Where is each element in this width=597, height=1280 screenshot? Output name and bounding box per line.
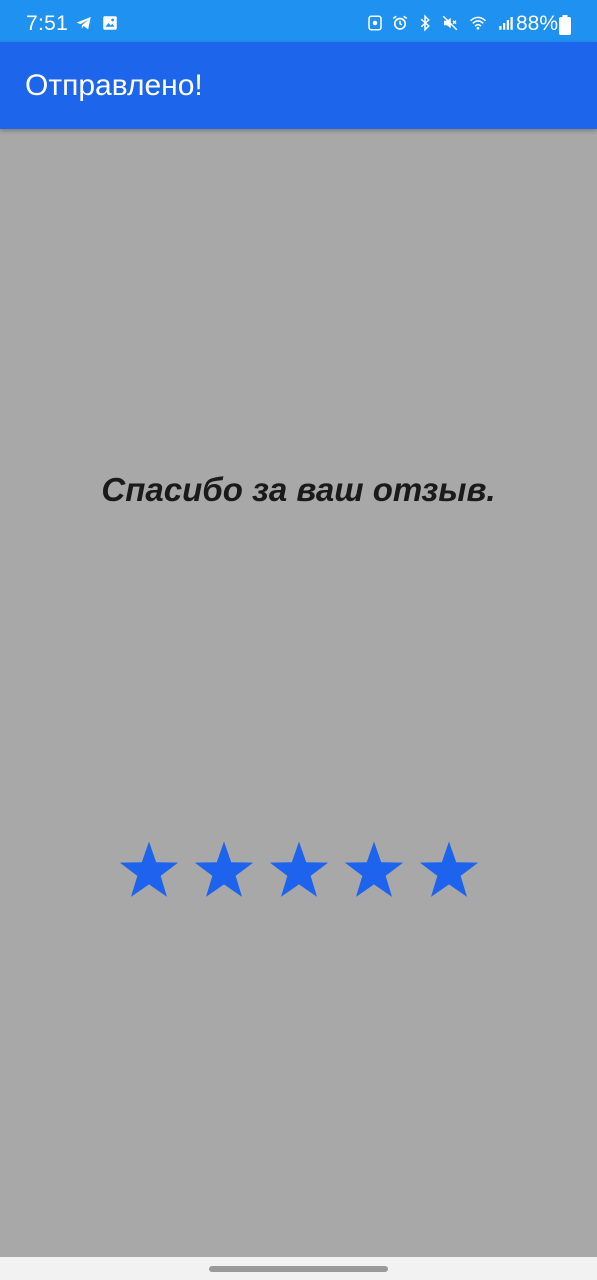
page-title: Отправлено!	[25, 69, 203, 102]
star-icon[interactable]	[267, 838, 331, 902]
status-time: 7:51	[26, 12, 69, 35]
thank-you-message: Спасибо за ваш отзыв.	[101, 471, 496, 508]
star-rating	[117, 838, 481, 902]
battery-percent: 88%	[516, 12, 559, 35]
star-icon[interactable]	[342, 838, 406, 902]
star-icon[interactable]	[192, 838, 256, 902]
app-bar: Отправлено!	[0, 42, 597, 129]
signal-icon	[499, 17, 513, 30]
navigation-bar	[0, 1257, 597, 1280]
screenshot-icon	[368, 15, 382, 31]
status-bar: 7:51 88%	[0, 0, 597, 42]
battery-icon	[559, 15, 571, 35]
wifi-icon	[469, 16, 487, 30]
system-icons	[366, 14, 515, 32]
mute-icon	[442, 15, 458, 31]
telegram-icon	[76, 17, 91, 30]
image-icon	[103, 16, 117, 30]
star-icon[interactable]	[117, 838, 181, 902]
bluetooth-icon	[420, 14, 430, 32]
notification-icons	[75, 14, 119, 32]
alarm-icon	[392, 15, 408, 30]
home-gesture-handle[interactable]	[209, 1266, 388, 1272]
star-icon[interactable]	[417, 838, 481, 902]
